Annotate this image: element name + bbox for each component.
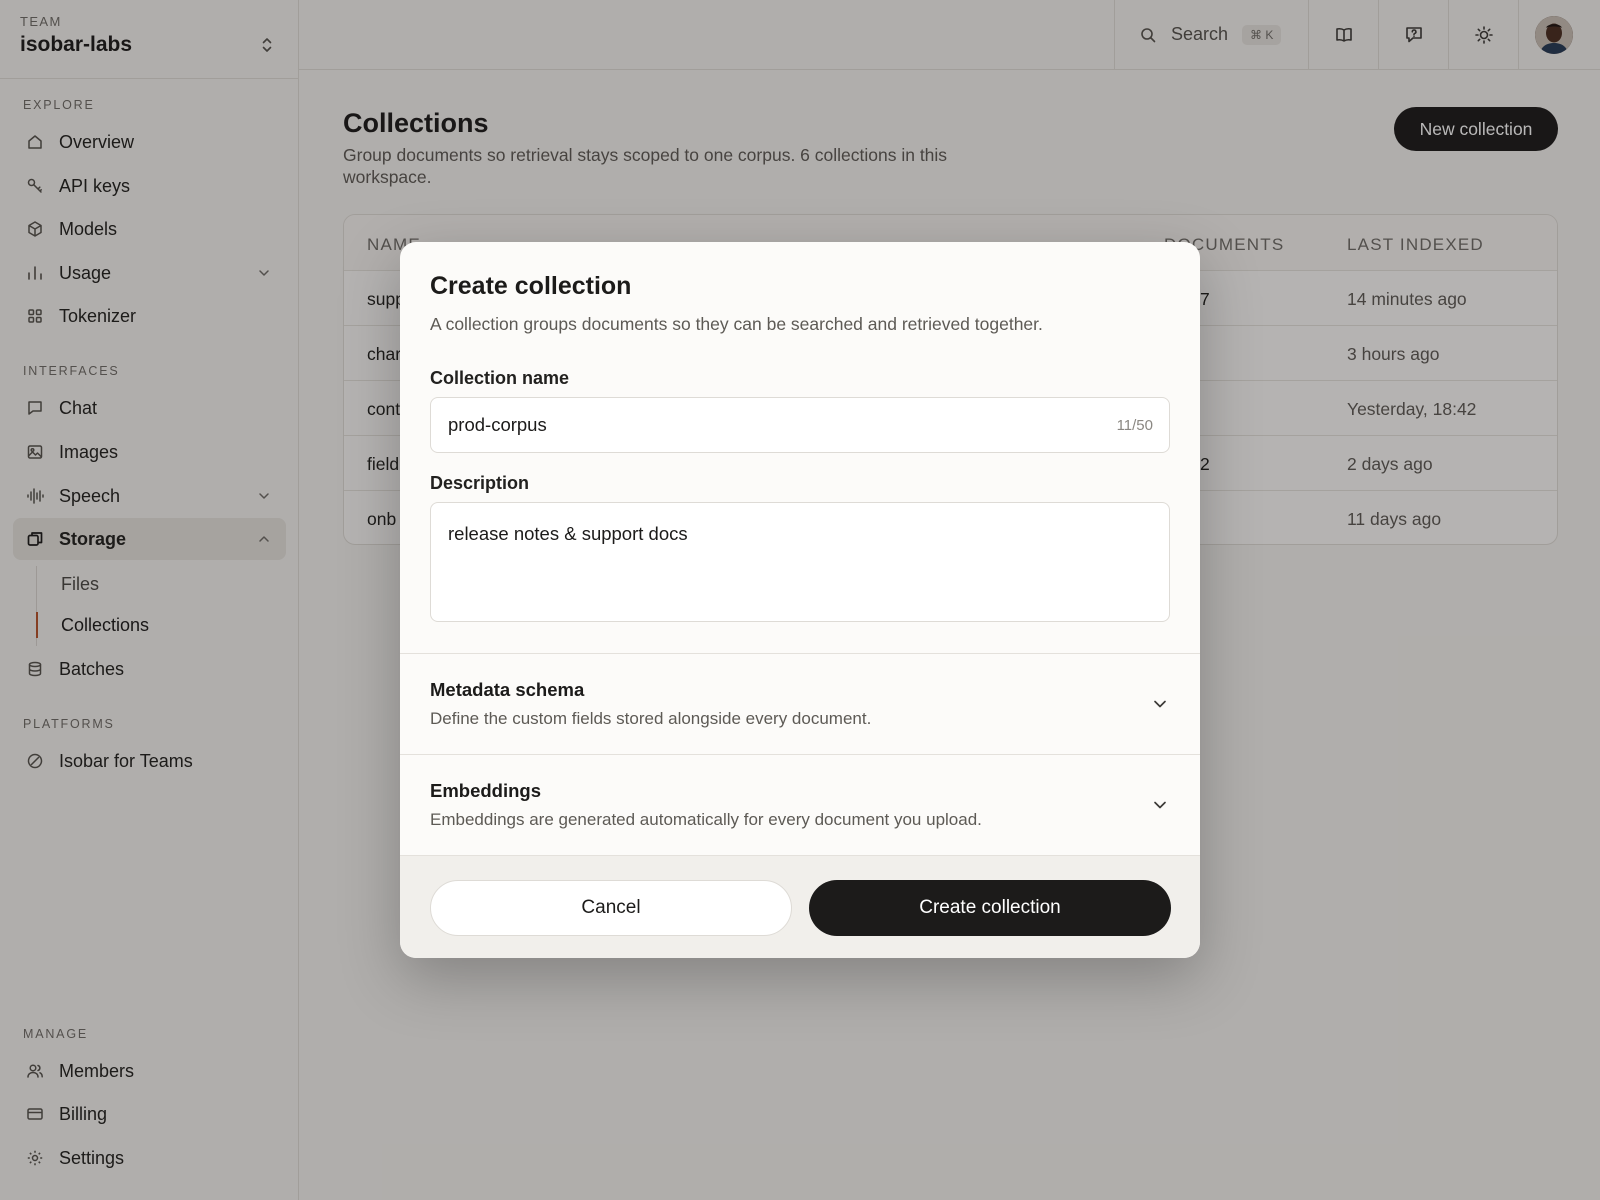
cancel-button[interactable]: Cancel — [430, 880, 792, 936]
metadata-schema-accordion[interactable]: Metadata schema Define the custom fields… — [400, 653, 1200, 754]
embeddings-accordion[interactable]: Embeddings Embeddings are generated auto… — [400, 754, 1200, 855]
description-label: Description — [430, 473, 530, 493]
chevron-down-icon — [1150, 795, 1170, 815]
embeddings-title: Embeddings — [430, 780, 542, 801]
create-collection-button[interactable]: Create collection — [809, 880, 1171, 936]
metadata-schema-title: Metadata schema — [430, 679, 585, 700]
collection-name-label: Collection name — [430, 368, 570, 388]
embeddings-description: Embeddings are generated automatically f… — [430, 810, 982, 829]
dialog-footer: Cancel Create collection — [400, 855, 1200, 958]
dialog-description: A collection groups documents so they ca… — [430, 314, 1043, 334]
description-value: release notes & support docs — [448, 523, 688, 544]
chevron-down-icon — [1150, 694, 1170, 714]
collection-name-input[interactable]: prod-corpus 11/50 — [430, 397, 1170, 453]
create-collection-dialog: Create collection A collection groups do… — [400, 242, 1200, 958]
collection-name-value: prod-corpus — [448, 414, 547, 435]
dialog-title: Create collection — [430, 272, 632, 300]
description-textarea[interactable]: release notes & support docs — [430, 502, 1170, 622]
character-count: 11/50 — [1116, 417, 1153, 434]
metadata-schema-description: Define the custom fields stored alongsid… — [430, 709, 872, 728]
